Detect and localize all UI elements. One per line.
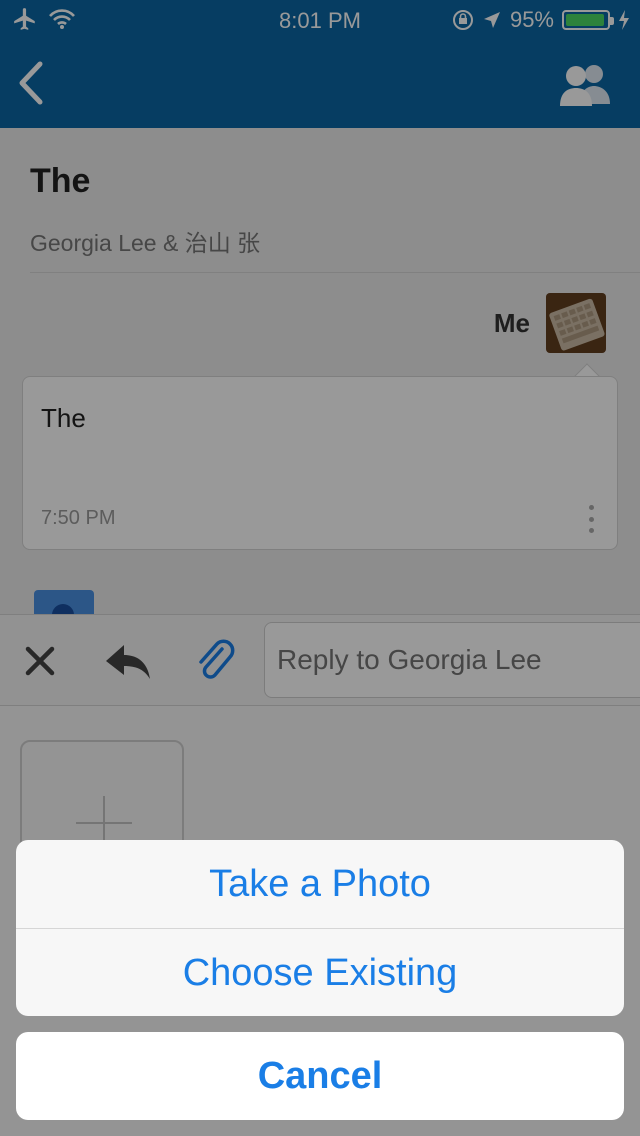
- cancel-button[interactable]: Cancel: [16, 1032, 624, 1120]
- more-options-icon[interactable]: [587, 505, 595, 533]
- action-sheet: Take a Photo Choose Existing: [16, 840, 624, 1016]
- nav-bar: [0, 40, 640, 128]
- message-bubble[interactable]: The 7:50 PM: [22, 376, 618, 550]
- reply-button[interactable]: [102, 637, 150, 685]
- battery-percent: 95%: [509, 7, 554, 32]
- chevron-left-icon: [19, 61, 43, 105]
- rotation-lock-icon: [452, 10, 473, 30]
- choose-existing-button[interactable]: Choose Existing: [16, 929, 624, 1016]
- battery-icon: [562, 10, 614, 30]
- keyboard-photo-icon: [546, 293, 606, 353]
- battery-fill: [566, 14, 604, 26]
- paperclip-icon: [199, 639, 235, 679]
- divider: [30, 272, 640, 273]
- take-photo-button[interactable]: Take a Photo: [16, 840, 624, 928]
- location-icon: [483, 12, 500, 28]
- reply-icon: [106, 645, 150, 679]
- thread-view: The Georgia Lee & 治山 张 Me The 7:50 PM: [0, 128, 640, 614]
- next-message-sender: [112, 604, 232, 614]
- participants-button[interactable]: [558, 62, 614, 106]
- reply-toolbar: [0, 614, 640, 706]
- contact-avatar[interactable]: [34, 590, 94, 614]
- status-right: 95%: [452, 7, 630, 33]
- charging-icon: [619, 10, 629, 30]
- back-button[interactable]: [10, 58, 60, 108]
- thread-subject: The: [30, 162, 91, 200]
- thread-participants: Georgia Lee & 治山 张: [30, 230, 261, 256]
- reply-input[interactable]: [264, 622, 640, 698]
- message-sender: Me: [493, 308, 530, 338]
- avatar[interactable]: [546, 293, 606, 353]
- attach-button[interactable]: [192, 637, 240, 685]
- close-button[interactable]: [16, 637, 64, 685]
- people-icon: [560, 65, 610, 106]
- message-time: 7:50 PM: [41, 507, 116, 529]
- message-body: The: [41, 403, 86, 433]
- close-icon: [25, 646, 55, 676]
- status-bar: 8:01 PM 95%: [0, 0, 640, 40]
